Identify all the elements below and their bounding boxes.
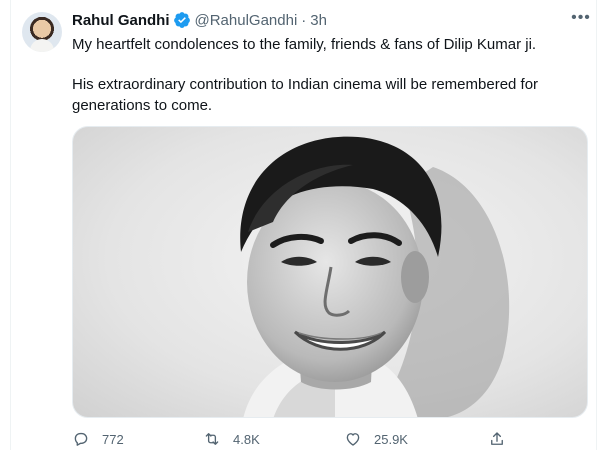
share-upload-icon xyxy=(491,432,503,445)
tweet-text-line-1: My heartfelt condolences to the family, … xyxy=(72,36,537,53)
avatar[interactable] xyxy=(22,12,62,52)
tweet-actions-bar: 772 4.8K 25.9K xyxy=(72,428,532,450)
retweet-arrows-icon xyxy=(205,433,219,445)
like-count: 25.9K xyxy=(374,431,408,447)
author-name[interactable]: Rahul Gandhi xyxy=(72,12,170,29)
speech-bubble-icon xyxy=(74,432,88,446)
retweet-button[interactable]: 4.8K xyxy=(203,428,260,450)
reply-button[interactable]: 772 xyxy=(72,428,124,450)
portrait-photo xyxy=(73,127,587,417)
tweet[interactable]: Rahul Gandhi @RahulGandhi · 3h ••• My he… xyxy=(0,0,600,450)
reply-count: 772 xyxy=(102,431,124,447)
retweet-count: 4.8K xyxy=(233,431,260,447)
more-dots-icon[interactable]: ••• xyxy=(570,8,592,28)
like-button[interactable]: 25.9K xyxy=(344,428,408,450)
verified-badge-icon xyxy=(173,11,191,29)
author-handle[interactable]: @RahulGandhi xyxy=(195,12,298,29)
header-separator: · xyxy=(301,11,307,29)
tweet-header: Rahul Gandhi @RahulGandhi · 3h xyxy=(72,10,327,30)
tweet-text-line-2: His extraordinary contribution to Indian… xyxy=(72,76,539,114)
tweet-timestamp[interactable]: 3h xyxy=(310,12,327,29)
share-button[interactable] xyxy=(488,428,518,450)
heart-icon xyxy=(346,433,360,446)
tweet-media-photo[interactable] xyxy=(72,126,588,418)
